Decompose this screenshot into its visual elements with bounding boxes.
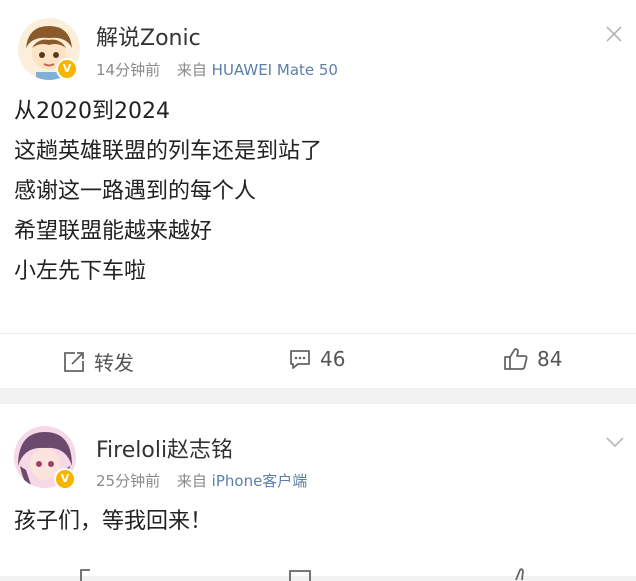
- divider: [0, 333, 636, 334]
- post-body: 从2020到2024 这趟英雄联盟的列车还是到站了 感谢这一路遇到的每个人 希望…: [14, 92, 322, 292]
- post-time: 14分钟前: [96, 61, 161, 79]
- repost-label: 转发: [94, 351, 134, 375]
- comment-icon: [290, 350, 310, 369]
- post-source[interactable]: HUAWEI Mate 50: [212, 61, 338, 79]
- comment-count: 46: [320, 347, 346, 371]
- post-line: 感谢这一路遇到的每个人: [14, 179, 257, 204]
- comment-button[interactable]: 46: [288, 347, 345, 371]
- comment-source[interactable]: iPhone客户端: [212, 472, 308, 490]
- post-line: 希望联盟能越来越好: [14, 219, 213, 244]
- comment-meta: 25分钟前 来自 iPhone客户端: [96, 470, 307, 491]
- comment-text: 孩子们，等我回来！: [14, 509, 213, 534]
- post-line: 这趟英雄联盟的列车还是到站了: [14, 139, 323, 164]
- post-meta: 14分钟前 来自 HUAWEI Mate 50: [96, 59, 338, 80]
- like-icon[interactable]: [508, 567, 532, 580]
- comment-card: V Fireloli赵志铭 25分钟前 来自 iPhone客户端 孩子们，等我回…: [0, 404, 636, 581]
- post-line: 小左先下车啦: [14, 259, 147, 284]
- verified-badge: V: [54, 468, 76, 490]
- chevron-down-icon[interactable]: [604, 434, 626, 450]
- close-icon[interactable]: [604, 24, 624, 44]
- verified-badge: V: [56, 58, 78, 80]
- repost-button[interactable]: 转发: [62, 347, 134, 376]
- author-name[interactable]: 解说Zonic: [96, 20, 201, 52]
- comment-time: 25分钟前: [96, 472, 161, 490]
- repost-icon[interactable]: [80, 569, 100, 581]
- commenter-name[interactable]: Fireloli赵志铭: [96, 432, 233, 464]
- like-icon: [504, 348, 528, 370]
- like-button[interactable]: 84: [503, 347, 562, 371]
- repost-icon: [64, 351, 84, 372]
- post-card: V 解说Zonic 14分钟前 来自 HUAWEI Mate 50 从2020到…: [0, 0, 636, 388]
- comment-icon[interactable]: [288, 569, 314, 581]
- source-prefix: 来自: [176, 472, 207, 490]
- comment-body: 孩子们，等我回来！: [14, 502, 212, 542]
- post-line: 从2020到2024: [14, 99, 170, 124]
- source-prefix: 来自: [176, 61, 207, 79]
- like-count: 84: [537, 347, 563, 371]
